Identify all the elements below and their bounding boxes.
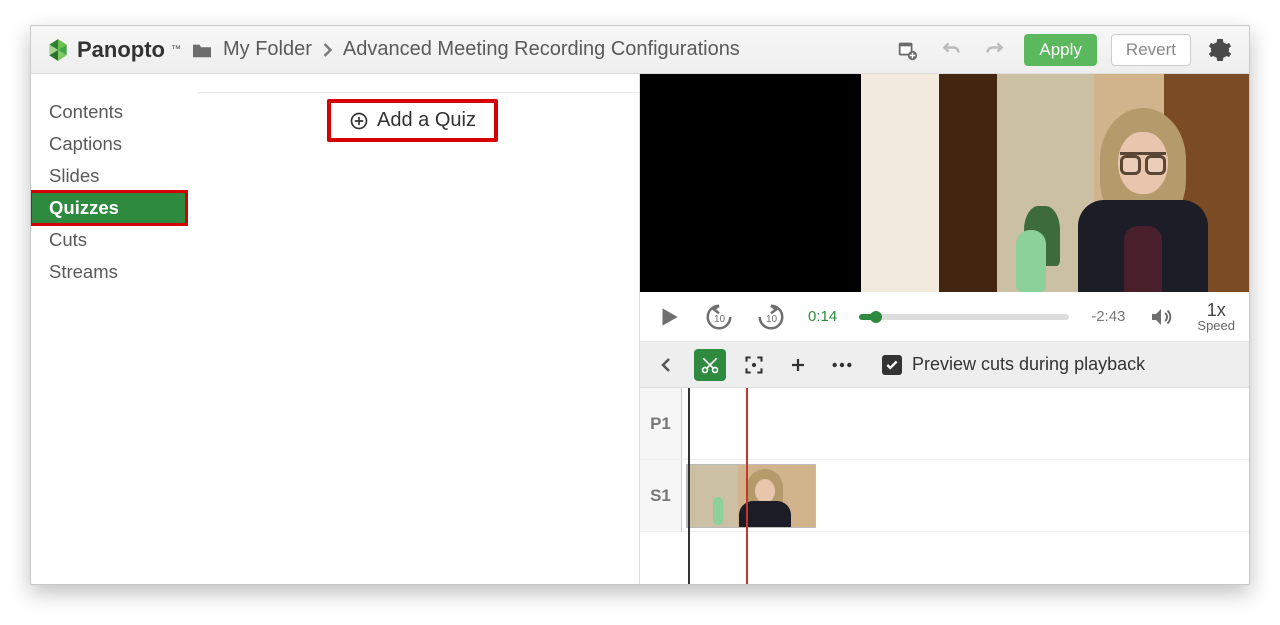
cut-icon <box>700 355 720 375</box>
track-label: S1 <box>640 460 682 531</box>
svg-text:10: 10 <box>766 314 778 325</box>
calendar-add-button[interactable] <box>892 35 922 65</box>
cut-tool-button[interactable] <box>694 349 726 381</box>
separator <box>198 92 639 93</box>
undo-icon <box>938 40 964 60</box>
top-actions: Apply Revert <box>892 34 1235 66</box>
editor-panel: 10 10 0:14 -2:43 1x Speed <box>639 74 1249 584</box>
video-preview[interactable] <box>640 74 1249 292</box>
redo-button[interactable] <box>980 35 1010 65</box>
chevron-right-icon <box>322 42 333 58</box>
seek-bar[interactable] <box>859 314 1069 320</box>
app-window: Panopto ™ My Folder Advanced Meeting Reco… <box>30 25 1250 585</box>
focus-tool-button[interactable] <box>738 349 770 381</box>
more-icon <box>831 361 853 369</box>
volume-button[interactable] <box>1147 305 1175 329</box>
back-icon <box>660 357 672 373</box>
forward-10-icon: 10 <box>756 302 786 332</box>
playback-controls: 10 10 0:14 -2:43 1x Speed <box>640 292 1249 342</box>
track-label: P1 <box>640 388 682 459</box>
sidebar-item-quizzes[interactable]: Quizzes <box>31 192 186 224</box>
quiz-panel: Add a Quiz <box>186 74 639 584</box>
clip-thumbnail[interactable] <box>686 464 816 528</box>
top-bar: Panopto ™ My Folder Advanced Meeting Reco… <box>31 26 1249 74</box>
add-quiz-button[interactable]: Add a Quiz <box>327 99 498 142</box>
add-quiz-label: Add a Quiz <box>377 109 476 132</box>
plus-circle-icon <box>349 111 369 131</box>
seek-knob[interactable] <box>870 311 882 323</box>
quiz-list <box>186 92 639 93</box>
track-p1[interactable]: P1 <box>640 388 1249 460</box>
revert-button[interactable]: Revert <box>1111 34 1191 66</box>
breadcrumb-folder[interactable]: My Folder <box>223 38 312 61</box>
trademark: ™ <box>171 44 181 55</box>
current-time: 0:14 <box>808 308 837 325</box>
preview-cuts-checkbox[interactable] <box>882 355 902 375</box>
speed-label: Speed <box>1197 319 1235 332</box>
sidebar-item-slides[interactable]: Slides <box>31 160 186 192</box>
camera-feed <box>861 74 1249 292</box>
rewind-10-icon: 10 <box>704 302 734 332</box>
breadcrumb-title[interactable]: Advanced Meeting Recording Configuration… <box>343 38 740 61</box>
sidebar: Contents Captions Slides Quizzes Cuts St… <box>31 74 186 584</box>
calendar-add-icon <box>895 39 919 61</box>
brand-name: Panopto <box>77 37 165 63</box>
sidebar-item-cuts[interactable]: Cuts <box>31 224 186 256</box>
focus-icon <box>744 355 764 375</box>
timeline[interactable]: P1 S1 <box>640 388 1249 584</box>
add-tool-button[interactable] <box>782 349 814 381</box>
gear-icon <box>1208 38 1232 62</box>
sidebar-item-captions[interactable]: Captions <box>31 128 186 160</box>
track-body[interactable] <box>682 388 1249 459</box>
brand-logo[interactable]: Panopto ™ <box>45 37 181 63</box>
volume-icon <box>1147 305 1175 329</box>
check-icon <box>885 358 899 372</box>
panopto-logo-icon <box>45 37 71 63</box>
svg-text:10: 10 <box>714 314 726 325</box>
preview-cuts-toggle[interactable]: Preview cuts during playback <box>882 354 1145 375</box>
timeline-back-button[interactable] <box>650 349 682 381</box>
plus-icon <box>789 356 807 374</box>
apply-button[interactable]: Apply <box>1024 34 1097 66</box>
forward-10-button[interactable]: 10 <box>756 302 786 332</box>
rewind-10-button[interactable]: 10 <box>704 302 734 332</box>
sidebar-item-streams[interactable]: Streams <box>31 256 186 288</box>
edit-toolbar: Preview cuts during playback <box>640 342 1249 388</box>
play-icon <box>656 304 682 330</box>
settings-button[interactable] <box>1205 35 1235 65</box>
more-tool-button[interactable] <box>826 349 858 381</box>
redo-icon <box>982 40 1008 60</box>
body: Contents Captions Slides Quizzes Cuts St… <box>31 74 1249 584</box>
breadcrumb: My Folder Advanced Meeting Recording Con… <box>191 38 740 61</box>
undo-button[interactable] <box>936 35 966 65</box>
play-button[interactable] <box>656 304 682 330</box>
preview-cuts-label: Preview cuts during playback <box>912 354 1145 375</box>
folder-icon <box>191 41 213 59</box>
sidebar-item-contents[interactable]: Contents <box>31 96 186 128</box>
track-s1[interactable]: S1 <box>640 460 1249 532</box>
speed-control[interactable]: 1x Speed <box>1197 301 1235 332</box>
remaining-time: -2:43 <box>1091 308 1125 325</box>
track-body[interactable] <box>682 460 1249 531</box>
presenter-avatar <box>1078 102 1208 292</box>
speed-value: 1x <box>1207 301 1226 319</box>
